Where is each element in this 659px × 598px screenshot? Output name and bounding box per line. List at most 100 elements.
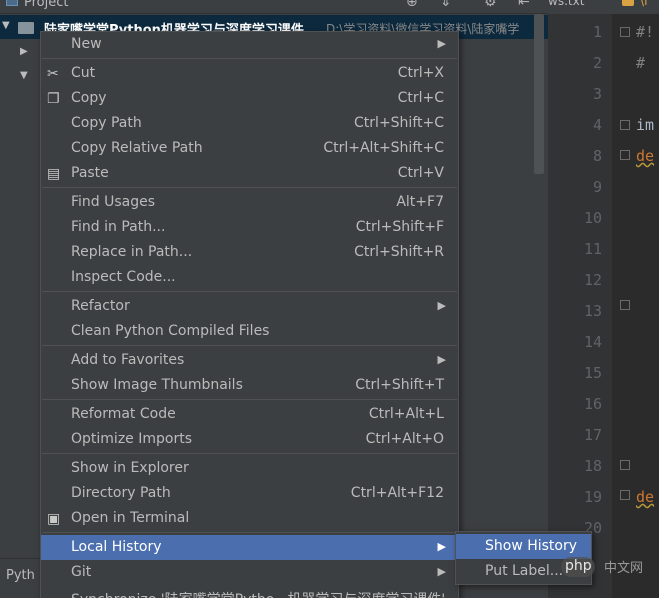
menu-separator xyxy=(42,58,457,59)
menu-item-label: Add to Favorites xyxy=(71,352,185,368)
line-number: 16 xyxy=(583,395,602,413)
menu-item-clean-python-compiled-files[interactable]: Clean Python Compiled Files xyxy=(41,319,458,344)
line-number: 11 xyxy=(583,240,602,258)
submenu-arrow-icon: ▶ xyxy=(437,37,446,50)
line-number: 12 xyxy=(583,271,602,289)
menu-item-git[interactable]: Git ▶ xyxy=(41,560,458,585)
menu-item-replace-in-path[interactable]: Replace in Path... Ctrl+Shift+R xyxy=(41,240,458,265)
menu-item-reformat-code[interactable]: Reformat Code Ctrl+Alt+L xyxy=(41,402,458,427)
line-number: 19 xyxy=(583,488,602,506)
menu-item-label: Reformat Code xyxy=(71,406,176,422)
submenu-item-label: Show History xyxy=(485,538,578,554)
fold-icon[interactable] xyxy=(620,300,630,310)
code-line[interactable]: #! xyxy=(636,23,654,41)
submenu-item-show-history[interactable]: Show History xyxy=(456,534,591,559)
tree-expanded-icon[interactable]: ▼ xyxy=(2,20,10,31)
collapse-all-icon[interactable]: ⇕ xyxy=(440,0,452,10)
menu-item-shortcut: Ctrl+Shift+C xyxy=(354,115,444,131)
menu-item-find-in-path[interactable]: Find in Path... Ctrl+Shift+F xyxy=(41,215,458,240)
menu-item-show-image-thumbnails[interactable]: Show Image Thumbnails Ctrl+Shift+T xyxy=(41,373,458,398)
menu-item-label: Refactor xyxy=(71,298,130,314)
fold-icon[interactable] xyxy=(620,27,630,37)
menu-item-find-usages[interactable]: Find Usages Alt+F7 xyxy=(41,190,458,215)
menu-item-label: Copy Relative Path xyxy=(71,140,203,156)
submenu-arrow-icon: ▶ xyxy=(437,565,446,578)
code-line[interactable]: # xyxy=(636,54,645,72)
line-number: 18 xyxy=(583,457,602,475)
menu-item-label: Synchronize '陆家嘴学堂Pytho...机器学习与深度学习课件' xyxy=(71,589,445,598)
menu-item-shortcut: Ctrl+Alt+O xyxy=(365,431,444,447)
menu-item-refactor[interactable]: Refactor ▶ xyxy=(41,294,458,319)
menu-item-label: Replace in Path... xyxy=(71,244,193,260)
menu-item-label: Paste xyxy=(71,165,109,181)
fold-icon[interactable] xyxy=(620,460,630,470)
menu-item-shortcut: Ctrl+Alt+L xyxy=(368,406,444,422)
scrollbar-thumb[interactable] xyxy=(534,14,544,174)
menu-item-label: Show in Explorer xyxy=(71,460,189,476)
editor-tab[interactable]: ws.txt xyxy=(548,0,584,8)
submenu-arrow-icon: ▶ xyxy=(437,540,446,553)
python-file-icon xyxy=(622,0,634,6)
copy-icon: ❐ xyxy=(47,91,60,107)
panel-title[interactable]: Project xyxy=(24,0,68,10)
menu-separator xyxy=(42,345,457,346)
menu-item-shortcut: Ctrl+X xyxy=(397,65,444,81)
menu-item-label: Copy Path xyxy=(71,115,142,131)
fold-icon[interactable] xyxy=(620,120,630,130)
menu-item-add-to-favorites[interactable]: Add to Favorites ▶ xyxy=(41,348,458,373)
menu-item-inspect-code[interactable]: Inspect Code... xyxy=(41,265,458,290)
python-console-tab[interactable]: Pyth xyxy=(6,568,35,583)
code-line[interactable]: de xyxy=(636,147,654,165)
menu-item-shortcut: Ctrl+Shift+R xyxy=(354,244,444,260)
menu-item-shortcut: Ctrl+Alt+F12 xyxy=(350,485,444,501)
menu-item-paste[interactable]: ▤ Paste Ctrl+V xyxy=(41,161,458,186)
line-number: 10 xyxy=(583,209,602,227)
watermark-logo: php xyxy=(565,558,592,574)
menu-separator xyxy=(42,291,457,292)
submenu-item-label: Put Label... xyxy=(485,563,564,579)
context-menu: New ▶ ✂ Cut Ctrl+X ❐ Copy Ctrl+C Copy Path Ctrl+S… xyxy=(40,31,459,598)
menu-item-open-in-terminal[interactable]: ▣ Open in Terminal xyxy=(41,506,458,531)
tree-expanded-icon[interactable]: ▼ xyxy=(20,70,28,81)
menu-item-local-history[interactable]: Local History ▶ xyxy=(41,535,458,560)
menu-item-label: Show Image Thumbnails xyxy=(71,377,243,393)
menu-item-label: Copy xyxy=(71,90,107,106)
fold-icon[interactable] xyxy=(620,490,630,500)
menu-item-cut[interactable]: ✂ Cut Ctrl+X xyxy=(41,61,458,86)
line-number: 9 xyxy=(592,178,602,196)
terminal-icon: ▣ xyxy=(47,511,61,527)
submenu-arrow-icon: ▶ xyxy=(437,299,446,312)
menu-item-shortcut: Ctrl+Shift+T xyxy=(355,377,444,393)
menu-item-new[interactable]: New ▶ xyxy=(41,32,458,57)
locate-icon[interactable]: ⊕ xyxy=(406,0,418,10)
menu-item-shortcut: Ctrl+V xyxy=(397,165,444,181)
hide-panel-icon[interactable]: ⇤ xyxy=(518,0,530,10)
menu-item-label: Clean Python Compiled Files xyxy=(71,323,270,339)
project-panel-header: Project ⊕ ⇕ ⚙ ⇤ xyxy=(0,0,548,14)
menu-item-label: Directory Path xyxy=(71,485,171,501)
menu-item-label: Find in Path... xyxy=(71,219,166,235)
menu-item-show-in-explorer[interactable]: Show in Explorer xyxy=(41,456,458,481)
menu-item-directory-path[interactable]: Directory Path Ctrl+Alt+F12 xyxy=(41,481,458,506)
fold-icon[interactable] xyxy=(620,150,630,160)
line-number: 1 xyxy=(592,23,602,41)
clipboard-icon: ▤ xyxy=(47,166,61,182)
menu-item-label: Find Usages xyxy=(71,194,156,210)
code-line[interactable]: im xyxy=(636,116,654,134)
line-number: 3 xyxy=(592,85,602,103)
menu-separator xyxy=(42,453,457,454)
editor-tab[interactable]: \f xyxy=(640,0,648,8)
code-line[interactable]: de xyxy=(636,488,654,506)
menu-item-copy[interactable]: ❐ Copy Ctrl+C xyxy=(41,86,458,111)
line-number: 15 xyxy=(583,364,602,382)
menu-item-copy-path[interactable]: Copy Path Ctrl+Shift+C xyxy=(41,111,458,136)
menu-item-copy-relative-path[interactable]: Copy Relative Path Ctrl+Alt+Shift+C xyxy=(41,136,458,161)
gear-icon[interactable]: ⚙ xyxy=(484,0,497,10)
line-number: 8 xyxy=(592,147,602,165)
tree-collapsed-icon[interactable]: ▶ xyxy=(20,46,28,57)
menu-item-optimize-imports[interactable]: Optimize Imports Ctrl+Alt+O xyxy=(41,427,458,452)
menu-item-label: Open in Terminal xyxy=(71,510,190,526)
menu-item-synchronize-pytho[interactable]: Synchronize '陆家嘴学堂Pytho...机器学习与深度学习课件' xyxy=(41,585,458,598)
folder-icon xyxy=(18,22,34,34)
menu-item-shortcut: Ctrl+C xyxy=(397,90,444,106)
